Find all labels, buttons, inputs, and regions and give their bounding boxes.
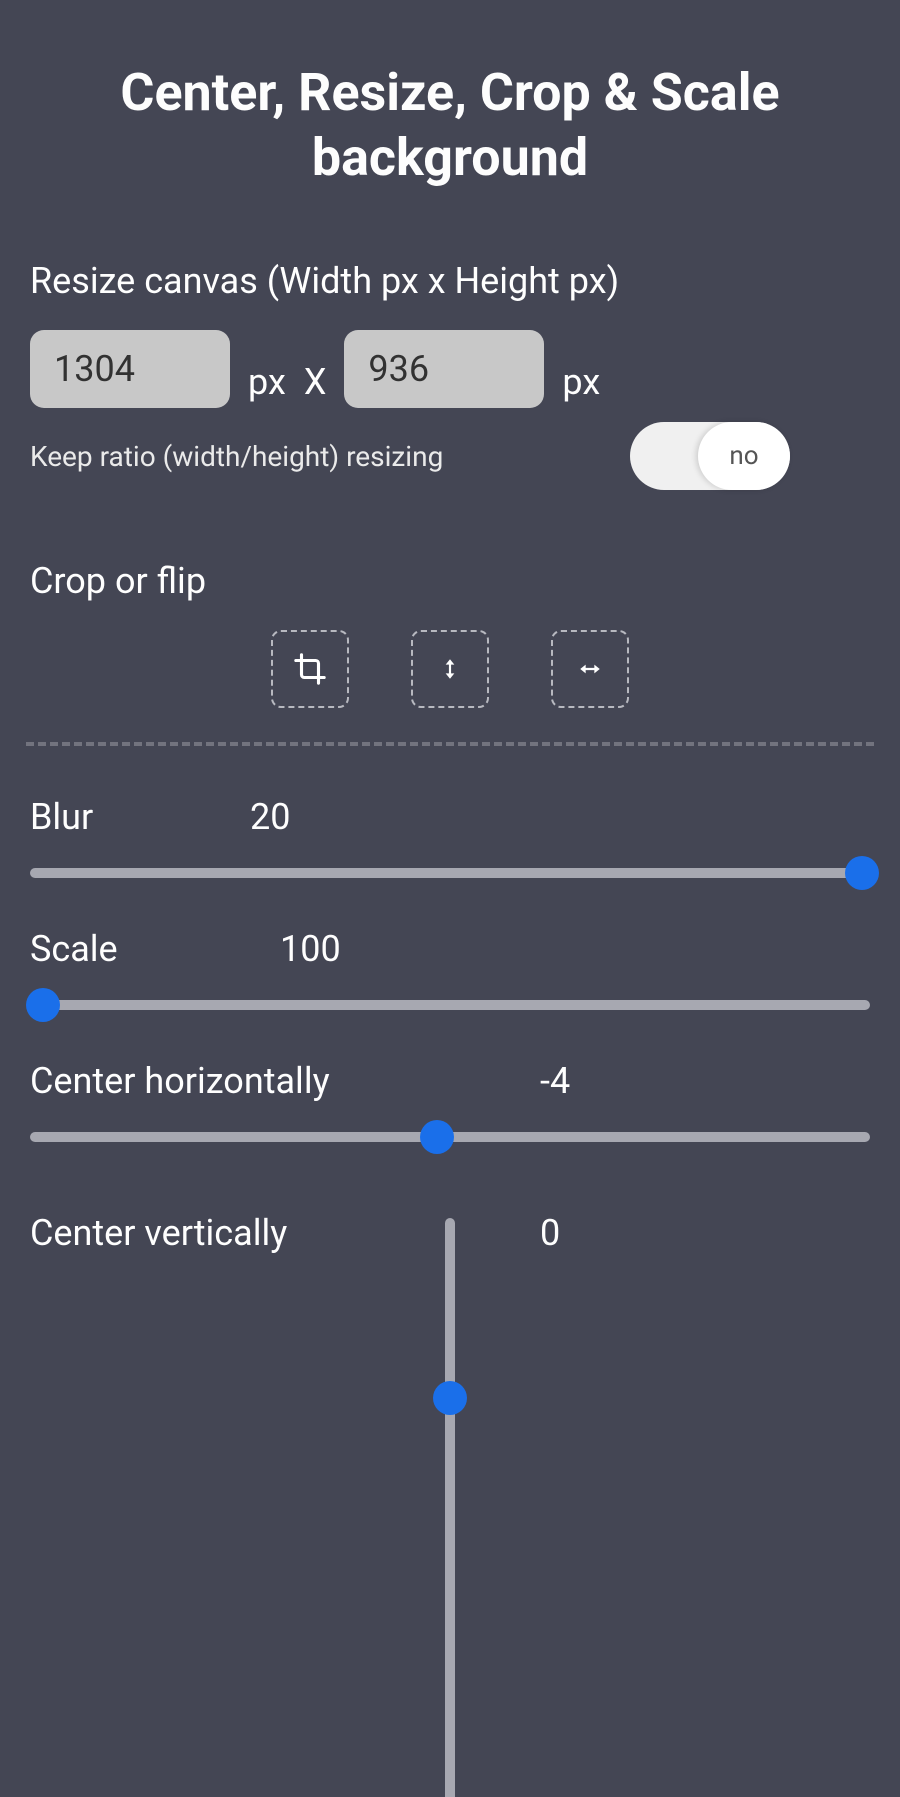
- center-vertical-label: Center vertically: [30, 1212, 540, 1254]
- crop-icon: [293, 652, 327, 686]
- blur-slider-track[interactable]: [30, 868, 870, 878]
- resize-canvas-label: Resize canvas (Width px x Height px): [30, 260, 870, 302]
- keep-ratio-toggle[interactable]: no: [630, 422, 790, 490]
- blur-value: 20: [250, 796, 290, 838]
- center-horizontal-slider-thumb[interactable]: [420, 1120, 454, 1154]
- crop-flip-label: Crop or flip: [30, 560, 870, 602]
- flip-horizontal-icon: [572, 656, 608, 682]
- width-unit-label: px: [248, 361, 286, 403]
- canvas-width-input[interactable]: [30, 330, 230, 408]
- flip-vertical-icon: [437, 651, 463, 687]
- scale-label: Scale: [30, 928, 280, 970]
- center-vertical-slider-thumb[interactable]: [433, 1381, 467, 1415]
- center-horizontal-label: Center horizontally: [30, 1060, 540, 1102]
- flip-horizontal-button[interactable]: [551, 630, 629, 708]
- center-vertical-slider-track[interactable]: [445, 1218, 455, 1797]
- center-vertical-value: 0: [540, 1212, 560, 1254]
- flip-vertical-button[interactable]: [411, 630, 489, 708]
- height-unit-label: px: [562, 361, 600, 403]
- crop-button[interactable]: [271, 630, 349, 708]
- center-horizontal-value: -4: [540, 1060, 570, 1102]
- keep-ratio-label: Keep ratio (width/height) resizing: [30, 440, 590, 473]
- scale-slider-thumb[interactable]: [26, 988, 60, 1022]
- page-title: Center, Resize, Crop & Scale background: [30, 60, 870, 190]
- canvas-height-input[interactable]: [344, 330, 544, 408]
- blur-label: Blur: [30, 796, 250, 838]
- center-horizontal-slider-track[interactable]: [30, 1132, 870, 1142]
- scale-value: 100: [280, 928, 341, 970]
- keep-ratio-toggle-knob: no: [698, 422, 790, 490]
- dimension-separator: X: [304, 361, 327, 403]
- blur-slider-thumb[interactable]: [845, 856, 879, 890]
- scale-slider-track[interactable]: [30, 1000, 870, 1010]
- section-divider: [26, 742, 874, 746]
